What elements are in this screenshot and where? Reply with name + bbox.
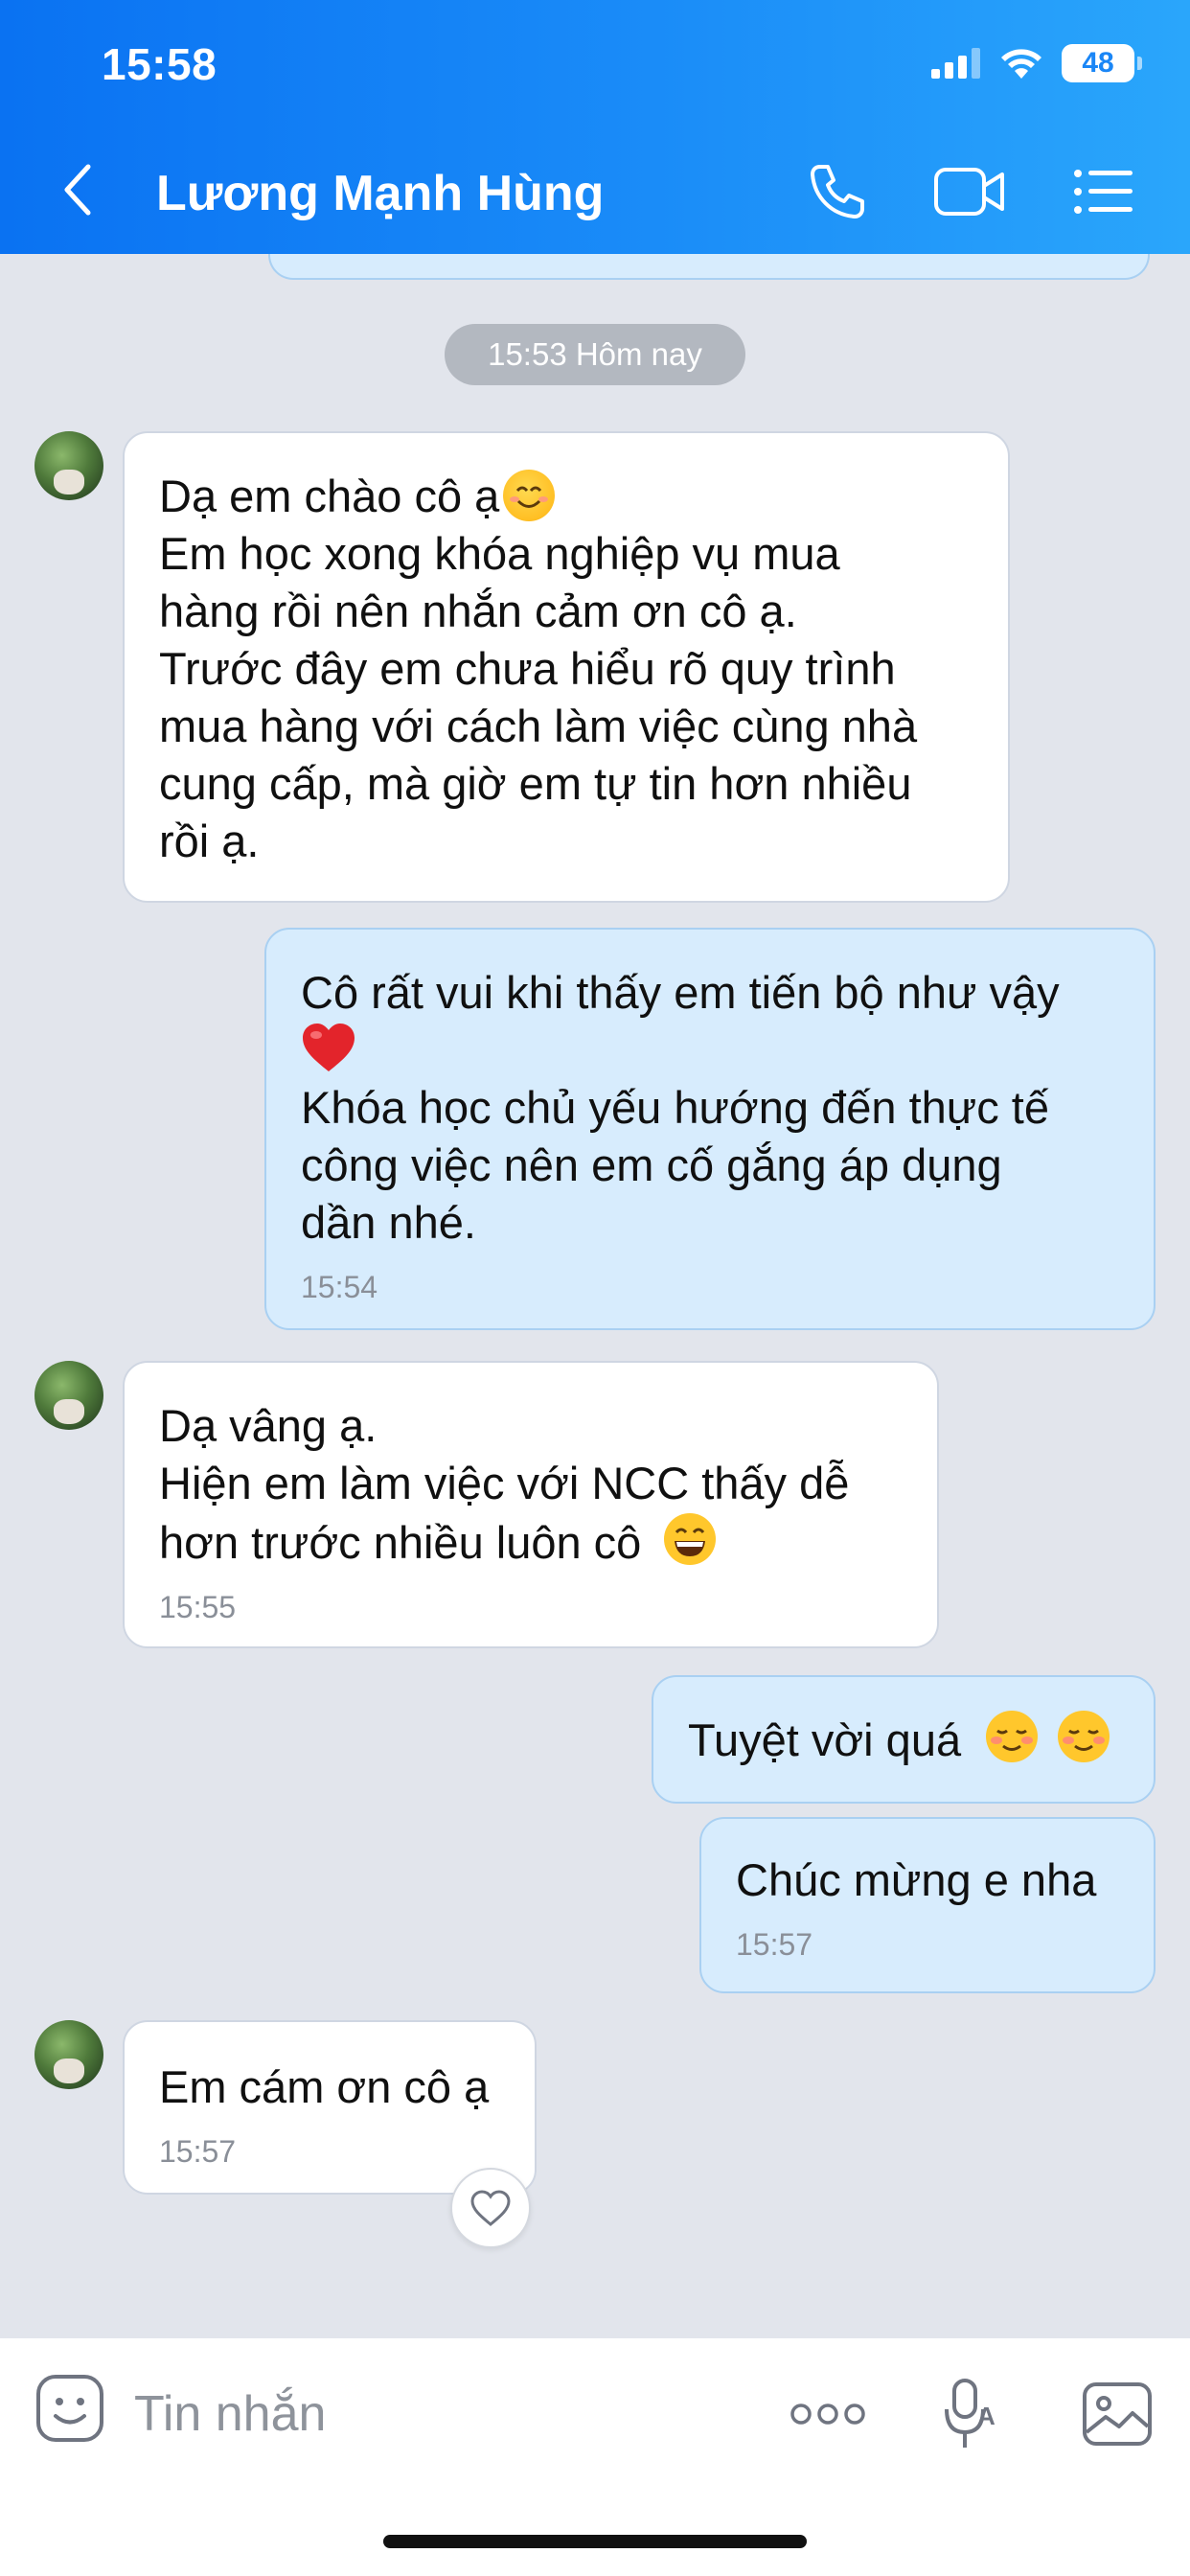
more-options-icon[interactable] (790, 2400, 866, 2428)
back-arrow-icon[interactable] (59, 163, 98, 217)
phone-icon[interactable] (807, 161, 868, 222)
home-indicator[interactable] (383, 2535, 807, 2548)
message-line: mua hàng với cách làm việc cùng nhà (159, 701, 918, 751)
message-line: Dạ em chào cô ạ (159, 468, 973, 525)
signal-icon (931, 48, 980, 79)
message-line: hơn trước nhiều luôn cô (159, 1512, 903, 1572)
video-call-icon[interactable] (933, 165, 1006, 218)
message-time: 15:57 (736, 1927, 813, 1962)
contact-avatar[interactable] (34, 431, 103, 500)
battery-icon: 48 (1062, 44, 1142, 82)
message-line: Trước đây em chưa hiểu rõ quy trình (159, 643, 896, 694)
heart-outline-icon[interactable] (450, 2168, 531, 2248)
message-time: 15:55 (159, 1590, 237, 1624)
message-input[interactable] (134, 2379, 728, 2450)
message-line: Chúc mừng e nha (736, 1854, 1097, 1905)
message-line (301, 1022, 1119, 1079)
message-line: dần nhé. (301, 1197, 476, 1248)
message-bubble-outgoing[interactable]: Tuyệt vời quá (652, 1675, 1156, 1804)
chat-header: 15:58 48 Lương Mạnh Hùng (0, 0, 1190, 254)
image-gallery-icon[interactable] (1081, 2380, 1154, 2448)
svg-text:A: A (977, 2402, 995, 2430)
contact-avatar[interactable] (34, 1361, 103, 1430)
menu-list-icon[interactable] (1073, 168, 1133, 216)
message-line: Cô rất vui khi thấy em tiến bộ như vậy (301, 967, 1060, 1018)
chat-area: 15:53 Hôm nay Dạ em chào cô ạ Em học xon… (0, 0, 1190, 2338)
message-line: Em cám ơn cô ạ (159, 2061, 490, 2112)
emoji-sticker-icon[interactable] (34, 2373, 105, 2444)
wifi-icon (1001, 49, 1041, 79)
status-icons: 48 (931, 42, 1142, 84)
contact-avatar[interactable] (34, 2020, 103, 2089)
message-bubble-incoming[interactable]: Dạ em chào cô ạ Em học xong khóa nghiệp … (123, 431, 1010, 903)
message-bubble-incoming[interactable]: Dạ vâng ạ. Hiện em làm việc với NCC thấy… (123, 1361, 939, 1648)
message-line: cung cấp, mà giờ em tự tin hơn nhiều (159, 758, 912, 809)
smiling-blush-face-icon (986, 1711, 1039, 1762)
message-line: Em học xong khóa nghiệp vụ mua (159, 528, 840, 579)
smiling-face-icon (503, 470, 556, 521)
message-time: 15:54 (301, 1270, 378, 1304)
message-line: hàng rồi nên nhắn cảm ơn cô ạ. (159, 586, 797, 636)
message-time: 15:57 (159, 2134, 237, 2169)
message-line: Dạ vâng ạ. (159, 1400, 378, 1451)
message-line: Tuyệt vời quá (688, 1710, 1119, 1769)
grinning-face-icon (664, 1513, 717, 1565)
message-bubble-outgoing[interactable]: Cô rất vui khi thấy em tiến bộ như vậy K… (264, 928, 1156, 1330)
voice-to-text-mic-icon[interactable]: A (943, 2377, 1000, 2453)
message-line: Hiện em làm việc với NCC thấy dễ (159, 1458, 850, 1508)
message-line: Khóa học chủ yếu hướng đến thực tế (301, 1082, 1049, 1133)
message-bubble-outgoing[interactable]: Chúc mừng e nha 15:57 (699, 1817, 1156, 1993)
status-time: 15:58 (102, 39, 217, 89)
message-bubble-incoming[interactable]: Em cám ơn cô ạ 15:57 (123, 2020, 537, 2195)
date-separator: 15:53 Hôm nay (445, 324, 745, 385)
message-line: rồi ạ. (159, 816, 260, 866)
smiling-blush-face-icon (1058, 1711, 1110, 1762)
contact-name[interactable]: Lương Mạnh Hùng (156, 165, 604, 222)
message-line: công việc nên em cố gắng áp dụng (301, 1139, 1002, 1190)
red-heart-icon (303, 1024, 355, 1071)
